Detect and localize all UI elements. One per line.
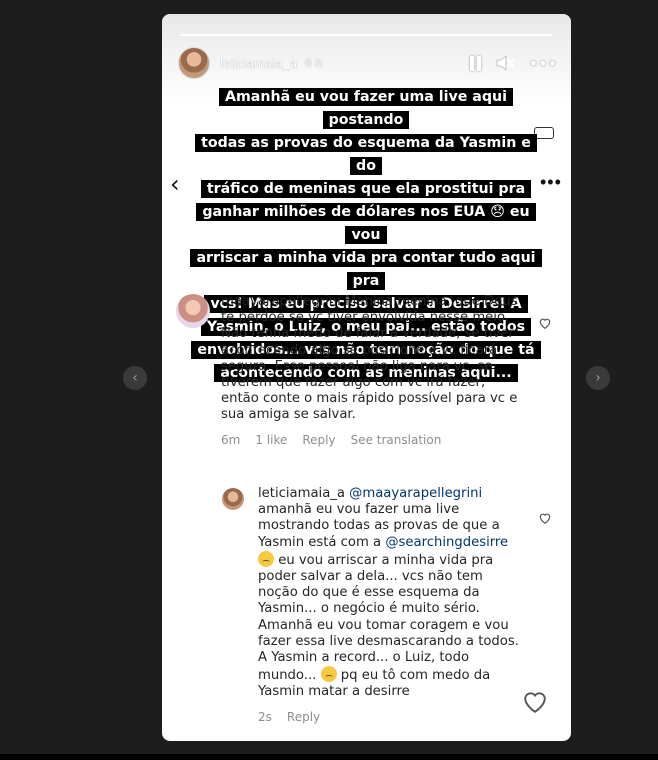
comment-meta: 2s Reply xyxy=(258,709,522,725)
comment-text: Menina menina, que Deus te perdoe se vc … xyxy=(221,294,518,423)
sad-emoji-icon xyxy=(320,666,337,683)
story-header: leticiamaia_a 6 h ••• xyxy=(178,46,557,80)
comment-age: 6m xyxy=(221,432,241,447)
bottom-bar xyxy=(0,754,658,760)
story-time: 6 h xyxy=(305,56,323,70)
mute-icon[interactable] xyxy=(495,54,515,72)
comment-body: leticiamaia_a @maayarapellegrini amanhã … xyxy=(258,486,522,725)
reply-button[interactable]: Reply xyxy=(287,709,320,725)
heart-icon[interactable] xyxy=(538,316,552,330)
caption-line: ganhar milhões de dólares nos EUA 😞 eu v… xyxy=(186,201,546,247)
pause-icon[interactable] xyxy=(469,55,481,71)
comment-username[interactable]: leticiamaia_a xyxy=(258,486,345,501)
caption-line: arriscar a minha vida pra contar tudo aq… xyxy=(186,247,546,293)
see-translation-button[interactable]: See translation xyxy=(351,432,442,448)
avatar[interactable] xyxy=(222,488,244,510)
comment-body: maayarapellegrini Menina menina, que Deu… xyxy=(221,294,521,448)
comment-username[interactable]: maayarapellegrini xyxy=(221,294,341,309)
comment-meta: 6m 1 like Reply See translation xyxy=(221,432,521,448)
comment-text: eu vou arriscar a minha vida pra poder s… xyxy=(258,552,519,684)
sad-emoji-icon xyxy=(258,550,274,567)
avatar[interactable] xyxy=(178,47,210,79)
comment-likes[interactable]: 1 like xyxy=(255,432,287,448)
avatar[interactable] xyxy=(176,294,210,328)
comment-age: 2s xyxy=(258,709,272,724)
caption-line: Amanhã eu vou fazer uma live aqui postan… xyxy=(186,86,546,132)
story-username[interactable]: leticiamaia_a xyxy=(220,56,297,71)
like-story-heart-icon[interactable] xyxy=(522,690,548,714)
story-viewer: leticiamaia_a 6 h ••• ‹ ••• Amanhã eu vo… xyxy=(162,14,571,741)
more-icon[interactable]: ••• xyxy=(529,54,557,73)
reply-button[interactable]: Reply xyxy=(302,432,335,448)
back-arrow-icon: ‹ xyxy=(170,170,180,198)
next-story-button[interactable]: › xyxy=(586,366,610,390)
caption-line: todas as provas do esquema da Yasmin e d… xyxy=(186,132,546,178)
mention-link[interactable]: @searchingdesirre xyxy=(385,535,508,550)
caption-line: tráfico de meninas que ela prostitui pra xyxy=(186,178,546,201)
story-controls: ••• xyxy=(469,54,557,73)
mention-link[interactable]: @maayarapellegrini xyxy=(349,486,482,501)
story-progress-bar xyxy=(180,34,552,36)
previous-story-button[interactable]: ‹ xyxy=(123,366,147,390)
heart-icon[interactable] xyxy=(538,511,552,525)
